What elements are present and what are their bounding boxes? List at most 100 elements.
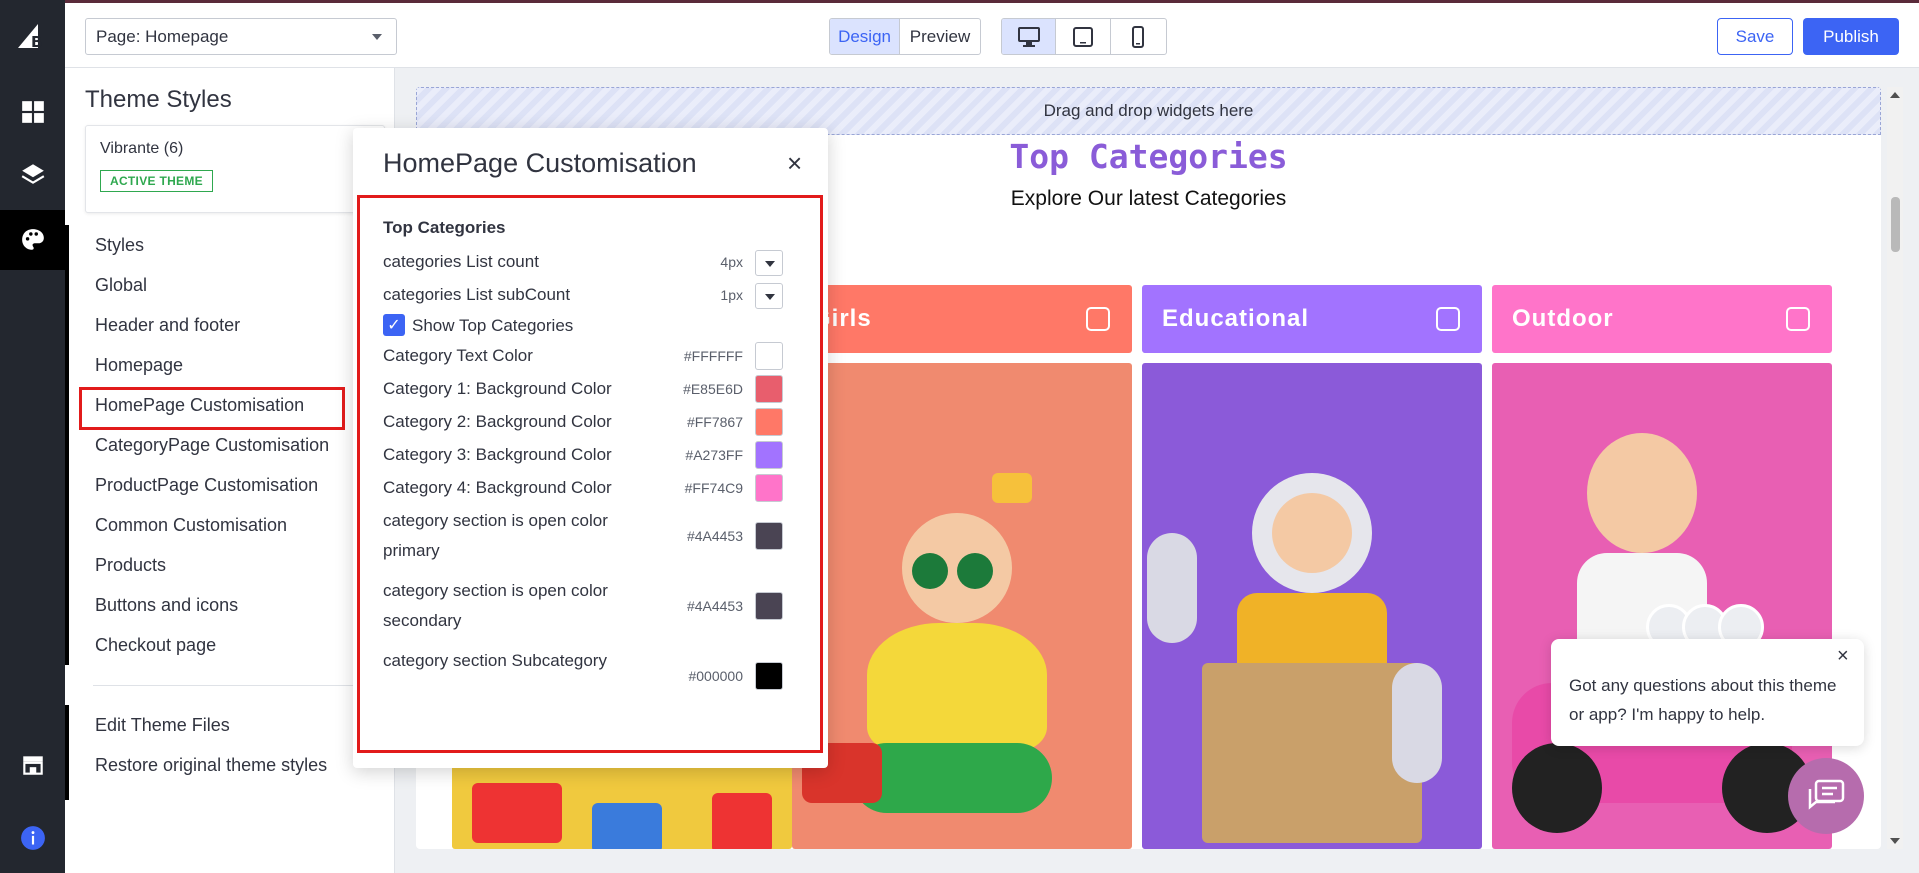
chat-popup: × Got any questions about this theme or … (1551, 639, 1864, 746)
color-hex: #A273FF (685, 447, 743, 463)
sidebar-item-homepage-customisation[interactable]: HomePage Customisation (95, 395, 304, 416)
app-rail: B (0, 0, 65, 873)
chat-message: Got any questions about this theme or ap… (1569, 676, 1837, 724)
color-swatch[interactable] (755, 342, 783, 370)
color-swatch[interactable] (755, 522, 783, 550)
tablet-icon[interactable] (1056, 19, 1111, 54)
download-icon[interactable] (1086, 307, 1110, 331)
desktop-icon[interactable] (1002, 19, 1057, 54)
store-icon[interactable] (0, 735, 65, 795)
settings-body-highlight: Top Categories categories List count 4px… (357, 195, 823, 753)
chat-bubble-icon (1808, 779, 1845, 810)
close-icon[interactable]: × (1837, 645, 1849, 668)
sidebar-item-styles[interactable]: Styles (95, 235, 144, 256)
row-label: categories List count (383, 252, 539, 271)
sidebar-item-categorypage-customisation[interactable]: CategoryPage Customisation (95, 435, 329, 456)
color-row: Category Text Color #FFFFFF (383, 342, 783, 372)
download-icon[interactable] (1786, 307, 1810, 331)
sidebar-item-products[interactable]: Products (95, 555, 166, 576)
download-icon[interactable] (1436, 307, 1460, 331)
dashboard-icon[interactable] (0, 82, 65, 142)
theme-styles-sidebar: Theme Styles Vibrante (6) ACTIVE THEME S… (65, 68, 395, 873)
page-select[interactable]: Page: Homepage (85, 18, 397, 55)
palette-icon[interactable] (0, 210, 65, 270)
category-header-outdoor[interactable]: Outdoor (1492, 285, 1832, 353)
layers-icon[interactable] (0, 144, 65, 204)
sidebar-item-checkout-page[interactable]: Checkout page (95, 635, 216, 656)
row-label: category section is open color secondary (383, 581, 608, 630)
section-heading: Top Categories (383, 218, 506, 237)
show-top-categories-row: ✓ Show Top Categories (383, 312, 783, 342)
design-tab[interactable]: Design (830, 19, 901, 54)
scroll-down-arrow[interactable] (1890, 838, 1900, 844)
color-row: category section Subcategory #000000 (383, 646, 783, 706)
row-label: category section Subcategory (383, 651, 607, 670)
sidebar-item-common-customisation[interactable]: Common Customisation (95, 515, 287, 536)
row-label: categories List subCount (383, 285, 571, 304)
category-label: Educational (1162, 305, 1310, 332)
close-icon[interactable]: × (787, 150, 802, 176)
row-label: category section is open color primary (383, 511, 608, 560)
color-row: Category 3: Background Color #A273FF (383, 441, 783, 471)
top-bar: Page: Homepage Design Preview Save Publi… (65, 0, 1919, 68)
row-value: 1px (720, 287, 743, 303)
mobile-icon[interactable] (1111, 19, 1166, 54)
color-hex: #FF74C9 (684, 480, 743, 496)
row-label: Category Text Color (383, 346, 533, 365)
baby-face (1587, 433, 1697, 553)
homepage-customisation-panel: HomePage Customisation × Top Categories … (353, 128, 828, 768)
scroll-thumb[interactable] (1891, 197, 1900, 252)
category-label: Outdoor (1512, 305, 1614, 332)
active-theme-badge: ACTIVE THEME (100, 170, 213, 192)
row-label: Show Top Categories (412, 316, 574, 335)
view-mode-toggle: Design Preview (829, 18, 981, 55)
sidebar-item-buttons-icons[interactable]: Buttons and icons (95, 595, 238, 616)
category-header-educational[interactable]: Educational (1142, 285, 1482, 353)
color-swatch[interactable] (755, 408, 783, 436)
color-swatch[interactable] (755, 441, 783, 469)
nav-indicator (65, 225, 69, 665)
restore-theme-styles-link[interactable]: Restore original theme styles (95, 755, 327, 776)
color-row: category section is open color primary #… (383, 506, 783, 566)
page-select-value: Page: Homepage (96, 26, 229, 46)
sidebar-item-productpage-customisation[interactable]: ProductPage Customisation (95, 475, 318, 496)
color-hex: #E85E6D (683, 381, 743, 397)
color-swatch[interactable] (755, 662, 783, 690)
color-row: category section is open color secondary… (383, 576, 783, 636)
color-row: Category 1: Background Color #E85E6D (383, 375, 783, 405)
category-image-girls[interactable] (792, 363, 1132, 849)
sidebar-title: Theme Styles (85, 86, 232, 113)
color-hex: #000000 (688, 668, 743, 684)
row-label: Category 2: Background Color (383, 412, 612, 431)
info-icon[interactable] (0, 808, 65, 868)
save-button[interactable]: Save (1717, 18, 1793, 55)
list-count-dropdown[interactable] (755, 250, 783, 276)
color-row: Category 4: Background Color #FF74C9 (383, 474, 783, 504)
edit-theme-files-link[interactable]: Edit Theme Files (95, 715, 230, 736)
nav-indicator-footer (65, 705, 69, 800)
show-top-categories-checkbox[interactable]: ✓ (383, 314, 405, 336)
divider (93, 685, 379, 686)
list-subcount-dropdown[interactable] (755, 283, 783, 309)
active-theme-card: Vibrante (6) ACTIVE THEME (85, 125, 385, 213)
sidebar-item-homepage[interactable]: Homepage (95, 355, 183, 376)
svg-text:B: B (31, 33, 42, 51)
color-hex: #4A4453 (686, 598, 743, 614)
preview-tab[interactable]: Preview (900, 19, 980, 54)
publish-button[interactable]: Publish (1803, 18, 1899, 55)
chat-launcher-button[interactable] (1788, 758, 1864, 834)
sidebar-item-header-footer[interactable]: Header and footer (95, 315, 240, 336)
row-label: Category 1: Background Color (383, 379, 612, 398)
row-value: 4px (720, 254, 743, 270)
categories-list-count-row: categories List count 4px (383, 248, 783, 278)
scroll-up-arrow[interactable] (1890, 92, 1900, 98)
color-swatch[interactable] (755, 592, 783, 620)
row-label: Category 4: Background Color (383, 478, 612, 497)
color-swatch[interactable] (755, 474, 783, 502)
sidebar-item-global[interactable]: Global (95, 275, 147, 296)
canvas-scrollbar[interactable] (1887, 87, 1903, 849)
color-swatch[interactable] (755, 375, 783, 403)
category-image-educational[interactable] (1142, 363, 1482, 849)
bigcommerce-logo[interactable]: B (14, 18, 50, 54)
category-header-girls[interactable]: Girls (792, 285, 1132, 353)
